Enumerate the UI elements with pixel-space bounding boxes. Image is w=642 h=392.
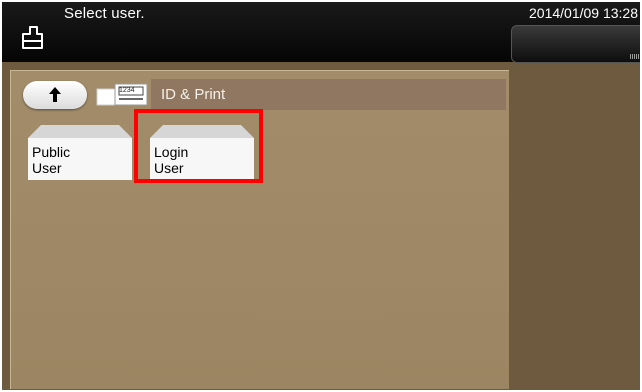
breadcrumb-label: ID & Print — [161, 86, 226, 103]
header-bar: Select user. 2014/01/09 13:28 — [2, 2, 640, 63]
public-user-button[interactable]: Public User — [27, 124, 133, 180]
copier-screen: Select user. 2014/01/09 13:28 1234 ID & … — [2, 2, 640, 390]
datetime-display: 2014/01/09 13:28 — [529, 5, 638, 21]
login-user-label: Login User — [154, 144, 189, 176]
user-selection-panel: 1234 ID & Print Public User Login User — [10, 70, 509, 389]
login-user-button[interactable]: Login User — [149, 124, 255, 180]
printer-home-icon[interactable] — [18, 26, 44, 52]
up-level-button[interactable] — [23, 81, 87, 109]
up-arrow-icon — [49, 87, 61, 102]
public-user-label: Public User — [32, 144, 71, 176]
folder-number: 1234 — [119, 87, 135, 94]
level-indicator — [630, 54, 640, 59]
breadcrumb-bar: ID & Print — [151, 79, 506, 110]
page-title: Select user. — [64, 5, 145, 22]
status-display — [511, 25, 640, 63]
